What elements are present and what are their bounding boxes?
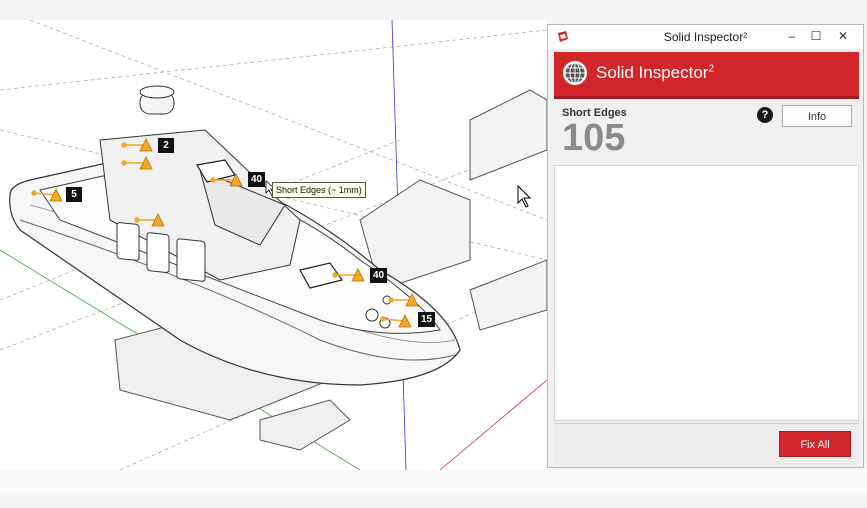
minimize-button[interactable]: –	[780, 27, 804, 45]
app-title: Solid Inspector2	[596, 63, 714, 83]
status-strip	[0, 470, 867, 495]
marker-count-label[interactable]: 15	[418, 312, 436, 327]
fix-all-button[interactable]: Fix All	[779, 431, 851, 457]
results-list[interactable]	[554, 165, 859, 421]
window-titlebar[interactable]: Solid Inspector² – ☐ ✕	[548, 25, 863, 49]
app-header: Solid Inspector2	[554, 52, 859, 99]
solid-inspector-window: Solid Inspector² – ☐ ✕ Solid Inspector2 …	[547, 24, 864, 468]
result-summary: Short Edges 105 ? Info	[554, 99, 859, 165]
short-edges-tooltip: Short Edges (~ 1mm)	[272, 182, 366, 198]
result-count: 105	[562, 117, 626, 159]
mouse-cursor-icon	[517, 184, 532, 208]
3d-viewport[interactable]: 2 5 40 40 15 Short Edges (~ 1mm)	[0, 20, 547, 470]
marker-count-label[interactable]: 40	[370, 268, 388, 283]
maximize-button[interactable]: ☐	[804, 27, 828, 45]
close-button[interactable]: ✕	[831, 27, 855, 45]
info-button[interactable]: Info	[782, 105, 852, 127]
app-title-superscript: 2	[708, 63, 715, 75]
panel-footer: Fix All	[554, 423, 859, 466]
marker-count-label[interactable]: 2	[158, 138, 174, 153]
red-axis	[439, 379, 547, 470]
marker-count-label[interactable]: 5	[66, 187, 82, 202]
app-title-text: Solid Inspector	[596, 63, 709, 82]
help-icon[interactable]: ?	[757, 107, 773, 123]
globe-logo-icon	[563, 61, 587, 85]
marker-count-label[interactable]: 40	[248, 172, 266, 187]
model-scene	[0, 20, 547, 470]
